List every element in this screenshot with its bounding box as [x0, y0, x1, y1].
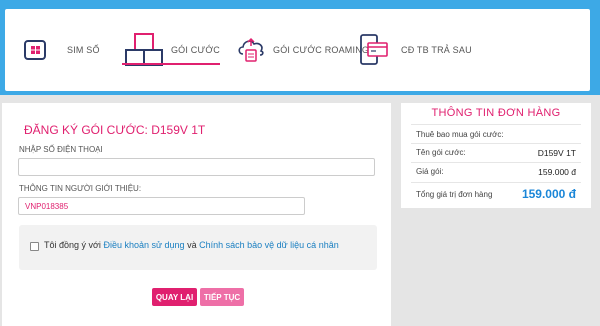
tab-label: SIM SỐ [67, 45, 100, 55]
agree-prefix: Tôi đồng ý với [44, 240, 101, 250]
order-info-panel: THÔNG TIN ĐƠN HÀNG Thuê bao mua gói cước… [401, 103, 591, 208]
privacy-policy-link[interactable]: Chính sách bảo vệ dữ liệu cá nhân [199, 240, 339, 250]
terms-agreement-box: Tôi đồng ý với Điều khoản sử dụng và Chí… [19, 225, 377, 270]
total-label: Tổng giá trị đơn hàng [416, 190, 493, 199]
roaming-cloud-sim-icon [233, 36, 269, 64]
total-value: 159.000 đ [521, 187, 576, 201]
sim-card-icon [15, 40, 55, 60]
tab-goi-cuoc-roaming[interactable]: GÓI CƯỚC ROAMING [233, 9, 369, 91]
back-button[interactable]: QUAY LẠI [152, 288, 197, 306]
price-label: Giá gói: [416, 167, 444, 176]
tab-cd-tb-tra-sau[interactable]: CĐ TB TRẢ SAU [358, 9, 472, 91]
tab-label: GÓI CƯỚC [170, 45, 220, 55]
order-row-subscriber: Thuê bao mua gói cước: [416, 130, 576, 139]
registration-form-panel: ĐĂNG KÝ GÓI CƯỚC: D159V 1T NHẬP SỐ ĐIỆN … [2, 103, 391, 326]
agree-checkbox[interactable] [30, 242, 39, 251]
phone-number-label: NHẬP SỐ ĐIỆN THOẠI [19, 145, 103, 154]
package-boxes-icon [122, 33, 166, 67]
referrer-label: THÔNG TIN NGƯỜI GIỚI THIỆU: [19, 184, 142, 193]
agree-text: Tôi đồng ý với Điều khoản sử dụng và Chí… [44, 240, 339, 250]
form-title: ĐĂNG KÝ GÓI CƯỚC: D159V 1T [24, 123, 206, 137]
order-row-price: Giá gói: 159.000 đ [416, 167, 576, 177]
tab-label: CĐ TB TRẢ SAU [401, 45, 472, 55]
order-title: THÔNG TIN ĐƠN HÀNG [431, 107, 561, 119]
tab-goi-cuoc[interactable]: GÓI CƯỚC [122, 9, 220, 91]
plan-value: D159V 1T [537, 148, 576, 158]
agree-and: và [187, 240, 197, 250]
phone-number-input[interactable] [18, 158, 375, 176]
divider [411, 124, 581, 125]
tab-label: GÓI CƯỚC ROAMING [273, 45, 370, 55]
phone-card-icon [358, 34, 390, 66]
terms-link[interactable]: Điều khoản sử dụng [103, 240, 184, 250]
divider [411, 162, 581, 163]
referrer-input[interactable]: VNP018385 [18, 197, 305, 215]
continue-button[interactable]: TIẾP TỤC [200, 288, 244, 306]
tab-sim-so[interactable]: SIM SỐ [15, 9, 100, 91]
order-row-plan: Tên gói cước: D159V 1T [416, 148, 576, 158]
referrer-value: VNP018385 [25, 201, 69, 211]
active-tab-indicator [122, 63, 220, 65]
divider [411, 143, 581, 144]
plan-label: Tên gói cước: [416, 148, 466, 157]
divider [411, 182, 581, 183]
price-value: 159.000 đ [538, 167, 576, 177]
subscriber-label: Thuê bao mua gói cước: [416, 130, 504, 139]
service-tab-bar: SIM SỐ GÓI CƯỚC GÓI CƯỚC ROAMING CĐ TB T… [5, 9, 590, 91]
order-row-total: Tổng giá trị đơn hàng 159.000 đ [416, 187, 576, 201]
